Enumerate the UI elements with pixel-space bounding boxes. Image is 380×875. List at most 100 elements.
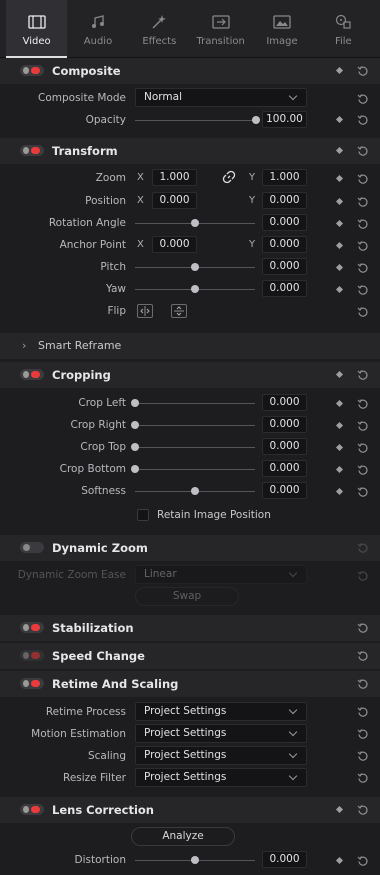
transform-header[interactable]: Transform <box>0 138 380 164</box>
dynamic-zoom-toggle[interactable] <box>20 542 44 553</box>
reset-icon[interactable] <box>357 442 369 454</box>
crop-bottom-slider-knob[interactable] <box>131 465 139 473</box>
reset-icon[interactable] <box>357 650 369 662</box>
reset-icon[interactable] <box>357 145 369 157</box>
reset-icon[interactable] <box>357 678 369 690</box>
composite-mode-dropdown[interactable]: Normal <box>135 88 307 107</box>
keyframe-icon[interactable] <box>335 399 344 408</box>
tab-effects[interactable]: Effects <box>129 0 190 58</box>
reset-icon[interactable] <box>357 420 369 432</box>
analyze-button[interactable]: Analyze <box>131 827 235 846</box>
reset-icon[interactable] <box>357 398 369 410</box>
scaling-dropdown[interactable]: Project Settings <box>135 746 307 765</box>
retime-process-dropdown[interactable]: Project Settings <box>135 702 307 721</box>
zoom-y-field[interactable]: 1.000 <box>262 169 307 186</box>
flip-horizontal-button[interactable] <box>137 304 153 318</box>
retime-toggle[interactable] <box>20 678 44 689</box>
tab-transition[interactable]: Transition <box>190 0 251 58</box>
opacity-slider[interactable] <box>135 120 255 121</box>
softness-slider-knob[interactable] <box>191 487 199 495</box>
stabilization-toggle[interactable] <box>20 622 44 633</box>
swap-button[interactable]: Swap <box>135 587 239 606</box>
crop-right-slider[interactable] <box>135 425 255 426</box>
crop-top-slider[interactable] <box>135 447 255 448</box>
lens-correction-toggle[interactable] <box>20 804 44 815</box>
reset-icon[interactable] <box>357 218 369 230</box>
keyframe-icon[interactable] <box>335 263 344 272</box>
flip-vertical-button[interactable] <box>171 304 187 318</box>
cropping-toggle[interactable] <box>20 369 44 380</box>
reset-icon[interactable] <box>357 464 369 476</box>
rotation-slider-knob[interactable] <box>191 219 199 227</box>
keyframe-icon[interactable] <box>335 285 344 294</box>
reset-icon[interactable] <box>357 65 369 77</box>
position-x-field[interactable]: 0.000 <box>152 192 197 209</box>
keyframe-icon[interactable] <box>335 219 344 228</box>
retain-image-position-checkbox[interactable] <box>137 509 149 521</box>
keyframe-icon[interactable] <box>335 146 344 155</box>
reset-icon[interactable] <box>357 262 369 274</box>
reset-icon[interactable] <box>357 728 369 740</box>
reset-icon[interactable] <box>357 750 369 762</box>
reset-icon[interactable] <box>357 284 369 296</box>
reset-icon[interactable] <box>357 93 369 105</box>
crop-left-slider-knob[interactable] <box>131 399 139 407</box>
tab-video[interactable]: Video <box>6 0 68 58</box>
reset-icon[interactable] <box>357 369 369 381</box>
reset-icon[interactable] <box>357 855 369 867</box>
opacity-slider-knob[interactable] <box>252 116 260 124</box>
tab-audio[interactable]: Audio <box>67 0 128 58</box>
keyframe-icon[interactable] <box>335 805 344 814</box>
distortion-field[interactable]: 0.000 <box>262 851 307 868</box>
retime-header[interactable]: Retime And Scaling <box>0 671 380 697</box>
speed-change-header[interactable]: Speed Change <box>0 643 380 669</box>
keyframe-icon[interactable] <box>335 197 344 206</box>
keyframe-icon[interactable] <box>335 66 344 75</box>
reset-icon[interactable] <box>357 772 369 784</box>
keyframe-icon[interactable] <box>335 443 344 452</box>
yaw-slider-knob[interactable] <box>191 285 199 293</box>
reset-icon[interactable] <box>357 486 369 498</box>
keyframe-icon[interactable] <box>335 370 344 379</box>
reset-icon[interactable] <box>357 114 369 126</box>
speed-change-toggle[interactable] <box>20 650 44 661</box>
keyframe-icon[interactable] <box>335 174 344 183</box>
keyframe-icon[interactable] <box>335 241 344 250</box>
distortion-slider-knob[interactable] <box>191 856 199 864</box>
reset-icon[interactable] <box>357 622 369 634</box>
position-y-field[interactable]: 0.000 <box>262 192 307 209</box>
composite-header[interactable]: Composite <box>0 58 380 84</box>
reset-icon[interactable] <box>357 240 369 252</box>
softness-field[interactable]: 0.000 <box>262 482 307 499</box>
crop-top-field[interactable]: 0.000 <box>262 438 307 455</box>
zoom-x-field[interactable]: 1.000 <box>152 169 197 186</box>
transform-toggle[interactable] <box>20 145 44 156</box>
crop-left-slider[interactable] <box>135 403 255 404</box>
reset-icon[interactable] <box>357 306 369 318</box>
stabilization-header[interactable]: Stabilization <box>0 615 380 641</box>
composite-toggle[interactable] <box>20 65 44 76</box>
keyframe-icon[interactable] <box>335 487 344 496</box>
crop-left-field[interactable]: 0.000 <box>262 394 307 411</box>
tab-file[interactable]: File <box>313 0 374 58</box>
lens-correction-header[interactable]: Lens Correction <box>0 797 380 823</box>
link-icon[interactable] <box>222 170 236 184</box>
keyframe-icon[interactable] <box>335 115 344 124</box>
rotation-field[interactable]: 0.000 <box>262 214 307 231</box>
crop-right-slider-knob[interactable] <box>131 421 139 429</box>
reset-icon[interactable] <box>357 706 369 718</box>
crop-top-slider-knob[interactable] <box>131 443 139 451</box>
reset-icon[interactable] <box>357 570 369 582</box>
keyframe-icon[interactable] <box>335 421 344 430</box>
smart-reframe-header[interactable]: › Smart Reframe <box>0 333 380 359</box>
dynamic-zoom-header[interactable]: Dynamic Zoom <box>0 535 380 561</box>
keyframe-icon[interactable] <box>335 465 344 474</box>
dynamic-zoom-ease-dropdown[interactable]: Linear <box>135 565 307 584</box>
reset-icon[interactable] <box>357 542 369 554</box>
pitch-slider-knob[interactable] <box>191 263 199 271</box>
crop-right-field[interactable]: 0.000 <box>262 416 307 433</box>
crop-bottom-slider[interactable] <box>135 469 255 470</box>
keyframe-icon[interactable] <box>335 856 344 865</box>
motion-estimation-dropdown[interactable]: Project Settings <box>135 724 307 743</box>
opacity-field[interactable]: 100.00 <box>262 111 307 128</box>
